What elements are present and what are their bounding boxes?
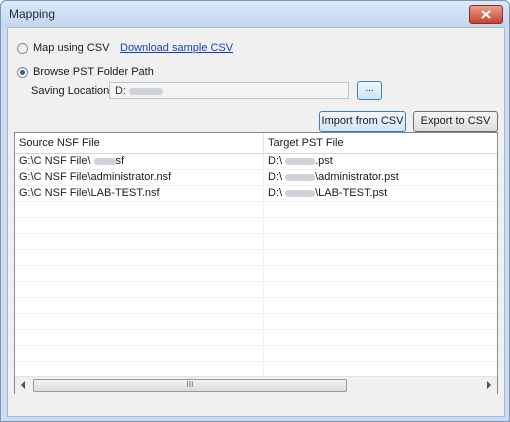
redacted-text	[285, 189, 316, 197]
target-pst-cell: D:\ \LAB-TEST.pst	[268, 187, 388, 199]
empty-cell	[15, 298, 264, 313]
map-using-csv-label[interactable]: Map using CSV	[33, 42, 109, 54]
empty-table-row	[15, 234, 497, 250]
map-using-csv-option[interactable]: Map using CSV	[17, 42, 109, 54]
saving-location-value: D:	[115, 85, 126, 97]
empty-cell	[15, 362, 264, 377]
empty-table-row	[15, 250, 497, 266]
empty-table-row	[15, 282, 497, 298]
table-header: Source NSF File Target PST File	[15, 133, 497, 154]
redacted-path	[129, 87, 163, 95]
window-title: Mapping	[9, 7, 56, 21]
browse-pst-folder-radio[interactable]	[17, 66, 28, 78]
empty-table-row	[15, 346, 497, 362]
saving-location-label: Saving Location :	[31, 85, 116, 97]
empty-cell	[15, 202, 264, 217]
empty-cell	[15, 234, 264, 249]
saving-location-field[interactable]: D:	[109, 82, 349, 99]
table-row[interactable]: G:\C NSF File\LAB-TEST.nsf D:\ \LAB-TEST.p…	[15, 186, 497, 202]
dialog-body: Map using CSV Download sample CSV Browse…	[7, 27, 505, 417]
browse-pst-folder-option[interactable]: Browse PST Folder Path	[17, 66, 154, 78]
table-row[interactable]: G:\C NSF File\ sf D:\ .pst	[15, 154, 497, 170]
empty-cell	[15, 330, 264, 345]
download-sample-csv-link[interactable]: Download sample CSV	[120, 42, 233, 54]
empty-cell	[15, 282, 264, 297]
empty-cell	[15, 394, 264, 409]
empty-cell	[15, 250, 264, 265]
empty-cell	[15, 266, 264, 281]
empty-table-row	[15, 266, 497, 282]
horizontal-scrollbar[interactable]: III	[15, 376, 497, 393]
empty-table-row	[15, 218, 497, 234]
import-from-csv-button[interactable]: Import from CSV	[319, 111, 406, 132]
browse-button[interactable]: ...	[357, 81, 382, 100]
mapping-table: Source NSF File Target PST File G:\C NSF…	[14, 132, 498, 410]
redacted-text	[93, 157, 116, 165]
table-row[interactable]: G:\C NSF File\administrator.nsf D:\ \admin…	[15, 170, 497, 186]
column-header-target[interactable]: Target PST File	[264, 133, 497, 153]
mapping-dialog: Mapping Map using CSV Download sample CS…	[0, 0, 510, 422]
empty-table-row	[15, 202, 497, 218]
empty-cell	[15, 218, 264, 233]
map-using-csv-radio[interactable]	[17, 42, 28, 54]
title-bar: Mapping	[1, 1, 509, 27]
arrow-right-icon	[487, 381, 491, 389]
close-button[interactable]	[469, 5, 503, 24]
empty-cell	[15, 314, 264, 329]
redacted-text	[285, 157, 316, 165]
scroll-right-button[interactable]	[481, 377, 497, 393]
empty-cell	[15, 346, 264, 361]
scroll-thumb[interactable]: III	[33, 379, 347, 392]
empty-table-row	[15, 298, 497, 314]
column-header-source[interactable]: Source NSF File	[15, 133, 264, 153]
browse-pst-folder-label[interactable]: Browse PST Folder Path	[33, 66, 154, 78]
empty-table-row	[15, 330, 497, 346]
scroll-left-button[interactable]	[15, 377, 31, 393]
table-body: G:\C NSF File\ sf D:\ .pst G:\C NSF File\adm…	[15, 154, 497, 410]
source-nsf-cell: G:\C NSF File\LAB-TEST.nsf	[15, 186, 264, 201]
target-pst-cell: D:\ .pst	[268, 155, 333, 167]
empty-table-row	[15, 314, 497, 330]
source-nsf-cell: G:\C NSF File\administrator.nsf	[15, 170, 264, 185]
empty-table-row	[15, 394, 497, 410]
redacted-text	[285, 173, 316, 181]
export-to-csv-button[interactable]: Export to CSV	[413, 111, 498, 132]
arrow-left-icon	[21, 381, 25, 389]
target-pst-cell: D:\ \administrator.pst	[268, 171, 399, 183]
close-icon	[481, 10, 491, 19]
source-nsf-cell: G:\C NSF File\ sf	[15, 154, 264, 169]
